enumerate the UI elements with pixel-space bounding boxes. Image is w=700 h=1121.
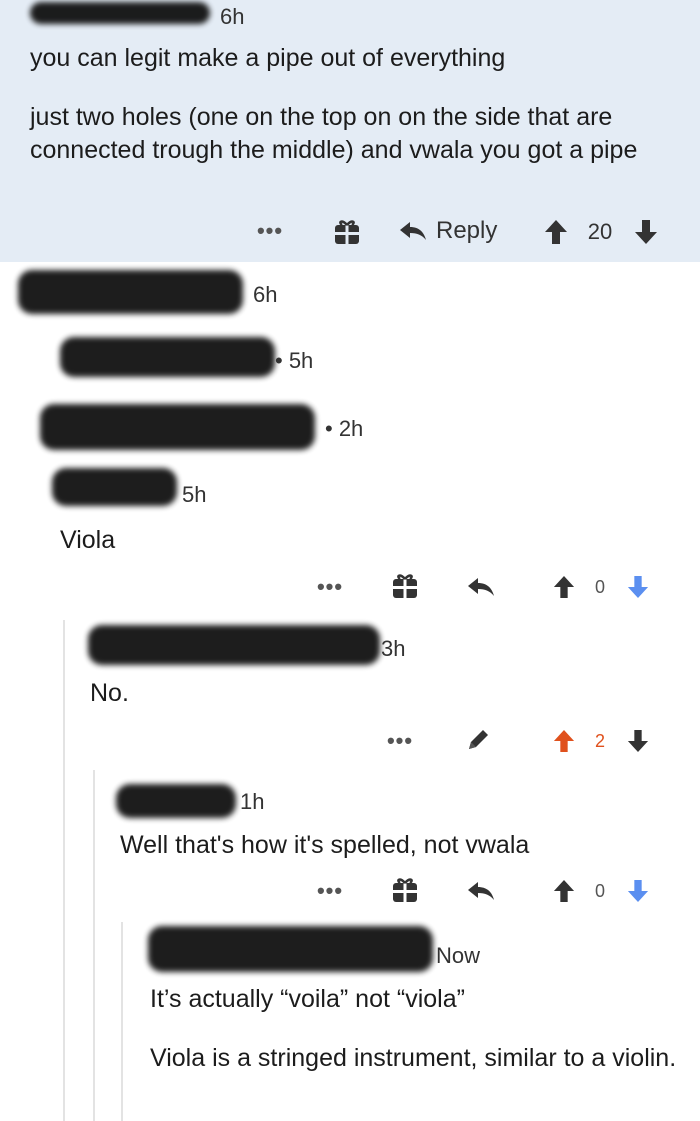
comment-time: • 2h xyxy=(325,416,364,441)
upvote-button[interactable] xyxy=(550,572,578,602)
comment-time: Now xyxy=(436,943,481,968)
downvote-button[interactable] xyxy=(624,726,652,756)
redacted-username xyxy=(30,2,210,24)
comment-text: Well that's how it's spelled, not vwala xyxy=(120,831,530,859)
reply-button[interactable] xyxy=(464,572,498,602)
reply-button[interactable]: Reply xyxy=(398,214,508,248)
thread-indent-line xyxy=(121,922,123,1121)
comment-time: • 5h xyxy=(275,348,314,373)
vote-score: 0 xyxy=(594,880,605,901)
redacted-username xyxy=(52,468,177,506)
comment-text: just two holes (one on the top on on the… xyxy=(30,103,638,164)
vote-score: 0 xyxy=(594,576,605,597)
gift-award-button[interactable] xyxy=(388,570,422,602)
comment-text: you can legit make a pipe out of everyth… xyxy=(30,44,506,72)
reply-button[interactable] xyxy=(464,876,498,906)
redacted-username xyxy=(40,404,315,450)
gift-icon xyxy=(393,878,417,902)
downvote-arrow-icon xyxy=(627,730,649,752)
upvote-button[interactable] xyxy=(550,876,578,906)
comment-text: Viola xyxy=(60,526,116,554)
redacted-username xyxy=(148,926,433,972)
redacted-username xyxy=(88,625,380,665)
upvote-arrow-icon xyxy=(553,730,575,752)
downvote-arrow-icon xyxy=(627,576,649,598)
downvote-button[interactable] xyxy=(624,572,652,602)
redacted-username xyxy=(18,270,243,314)
comment-time: 3h xyxy=(381,636,406,661)
comment-time: 6h xyxy=(220,4,245,29)
redacted-username xyxy=(116,784,236,818)
gift-icon xyxy=(393,574,417,598)
comment-text: It’s actually “voila” not “viola” xyxy=(150,985,465,1013)
comment-time: 5h xyxy=(182,482,207,507)
downvote-button[interactable] xyxy=(630,216,662,248)
gift-icon xyxy=(335,220,359,244)
downvote-button[interactable] xyxy=(624,876,652,906)
downvote-arrow-icon xyxy=(635,220,657,244)
more-options-button[interactable]: ••• xyxy=(314,878,346,904)
upvote-button[interactable] xyxy=(550,726,578,756)
thread-indent-line xyxy=(93,770,95,1121)
comment-time: 1h xyxy=(240,789,265,814)
gift-award-button[interactable] xyxy=(330,216,364,248)
more-options-button[interactable]: ••• xyxy=(384,728,416,754)
pencil-icon xyxy=(469,730,488,749)
comment-text: No. xyxy=(90,679,129,707)
vote-score: 2 xyxy=(594,730,605,751)
upvote-arrow-icon xyxy=(553,880,575,902)
more-options-button[interactable]: ••• xyxy=(314,574,346,600)
reply-arrow-icon xyxy=(400,222,426,240)
downvote-arrow-icon xyxy=(627,880,649,902)
thread-indent-line xyxy=(63,620,65,1121)
reply-arrow-icon xyxy=(468,578,494,596)
edit-button[interactable] xyxy=(462,724,494,756)
reply-arrow-icon xyxy=(468,882,494,900)
reply-label: Reply xyxy=(436,217,498,244)
vote-score: 20 xyxy=(587,219,613,244)
gift-award-button[interactable] xyxy=(388,874,422,906)
more-options-button[interactable]: ••• xyxy=(254,218,286,244)
redacted-username xyxy=(60,337,275,377)
comment-time: 6h xyxy=(253,282,278,307)
upvote-arrow-icon xyxy=(545,220,567,244)
upvote-arrow-icon xyxy=(553,576,575,598)
upvote-button[interactable] xyxy=(540,216,572,248)
comment-text: Viola is a stringed instrument, similar … xyxy=(150,1044,677,1072)
